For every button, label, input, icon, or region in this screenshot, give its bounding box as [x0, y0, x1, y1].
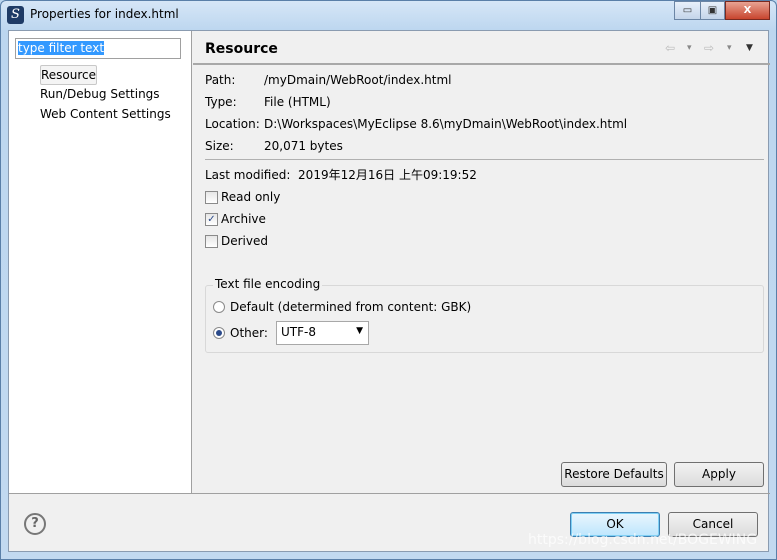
forward-dropdown-icon[interactable]: ▾ [727, 43, 732, 53]
derived-checkbox[interactable]: Derived [205, 231, 268, 251]
minimize-button[interactable]: ▭ [674, 1, 701, 20]
other-encoding-label: Other: [230, 326, 268, 340]
encoding-select[interactable]: UTF-8 ▼ [276, 321, 369, 345]
archive-checkbox[interactable]: ✓ Archive [205, 209, 266, 229]
watermark: https://blog.csdn.net/BOGEWING [528, 532, 758, 548]
size-label: Size: [205, 139, 234, 153]
tree-item-run-debug-settings[interactable]: Run/Debug Settings [37, 85, 174, 105]
close-button[interactable]: X [725, 1, 770, 20]
path-label: Path: [205, 73, 236, 87]
type-label: Type: [205, 95, 237, 109]
checkbox-icon [205, 190, 218, 204]
size-row: Size: 20,071 bytes [205, 136, 343, 156]
radio-icon [213, 301, 225, 313]
back-dropdown-icon[interactable]: ▾ [687, 43, 692, 53]
tree-item-web-content-settings[interactable]: Web Content Settings [37, 105, 174, 125]
type-row: Type: File (HTML) [205, 92, 331, 112]
resource-page: Resource ⇦ ▾ ⇨ ▾ ▼ Path: /myDmain/WebRoot… [193, 31, 770, 493]
encoding-value: UTF-8 [281, 325, 316, 339]
dialog-body: type filter text Resource Run/Debug Sett… [8, 30, 770, 552]
page-header: Resource ⇦ ▾ ⇨ ▾ ▼ [193, 31, 770, 65]
forward-arrow-icon[interactable]: ⇨ [704, 41, 714, 55]
view-menu-icon[interactable]: ▼ [746, 43, 753, 53]
read-only-checkbox[interactable]: Read only [205, 187, 280, 207]
location-row: Location: D:\Workspaces\MyEclipse 8.6\myD… [205, 114, 627, 134]
path-row: Path: /myDmain/WebRoot/index.html [205, 70, 451, 90]
last-modified-row: Last modified: 2019年12月16日 上午09:19:52 [205, 165, 477, 185]
location-label: Location: [205, 117, 260, 131]
checkbox-checked-icon: ✓ [205, 212, 218, 226]
other-encoding-radio[interactable]: Other: [213, 323, 268, 343]
sidebar: type filter text Resource Run/Debug Sett… [9, 31, 192, 493]
filter-input[interactable]: type filter text [15, 38, 181, 59]
encoding-group-label: Text file encoding [213, 277, 323, 291]
chevron-down-icon: ▼ [356, 326, 363, 336]
divider [205, 159, 764, 160]
default-encoding-label: Default (determined from content: GBK) [230, 300, 472, 314]
restore-defaults-button[interactable]: Restore Defaults [561, 462, 667, 487]
size-value: 20,071 bytes [264, 139, 343, 153]
maximize-button[interactable]: ▣ [700, 1, 725, 20]
filter-text: type filter text [18, 41, 105, 55]
window-title: Properties for index.html [30, 7, 179, 21]
last-modified-value: 2019年12月16日 上午09:19:52 [298, 168, 477, 182]
page-title: Resource [205, 41, 278, 57]
tree-item-resource[interactable]: Resource [40, 65, 98, 85]
apply-button[interactable]: Apply [674, 462, 764, 487]
location-value: D:\Workspaces\MyEclipse 8.6\myDmain\WebR… [264, 117, 628, 131]
default-encoding-radio[interactable]: Default (determined from content: GBK) [213, 297, 471, 317]
radio-selected-icon [213, 327, 225, 339]
page-tree: Resource Run/Debug Settings Web Content … [37, 65, 174, 125]
archive-label: Archive [221, 212, 266, 226]
type-value: File (HTML) [264, 95, 331, 109]
last-modified-label: Last modified: [205, 168, 291, 182]
help-icon[interactable]: ? [24, 513, 46, 535]
back-arrow-icon[interactable]: ⇦ [665, 41, 675, 55]
checkbox-icon [205, 234, 218, 248]
title-bar: S Properties for index.html ▭ ▣ X [0, 0, 777, 30]
myeclipse-icon: S [7, 6, 24, 24]
derived-label: Derived [221, 234, 268, 248]
path-value: /myDmain/WebRoot/index.html [264, 73, 452, 87]
read-only-label: Read only [221, 190, 281, 204]
